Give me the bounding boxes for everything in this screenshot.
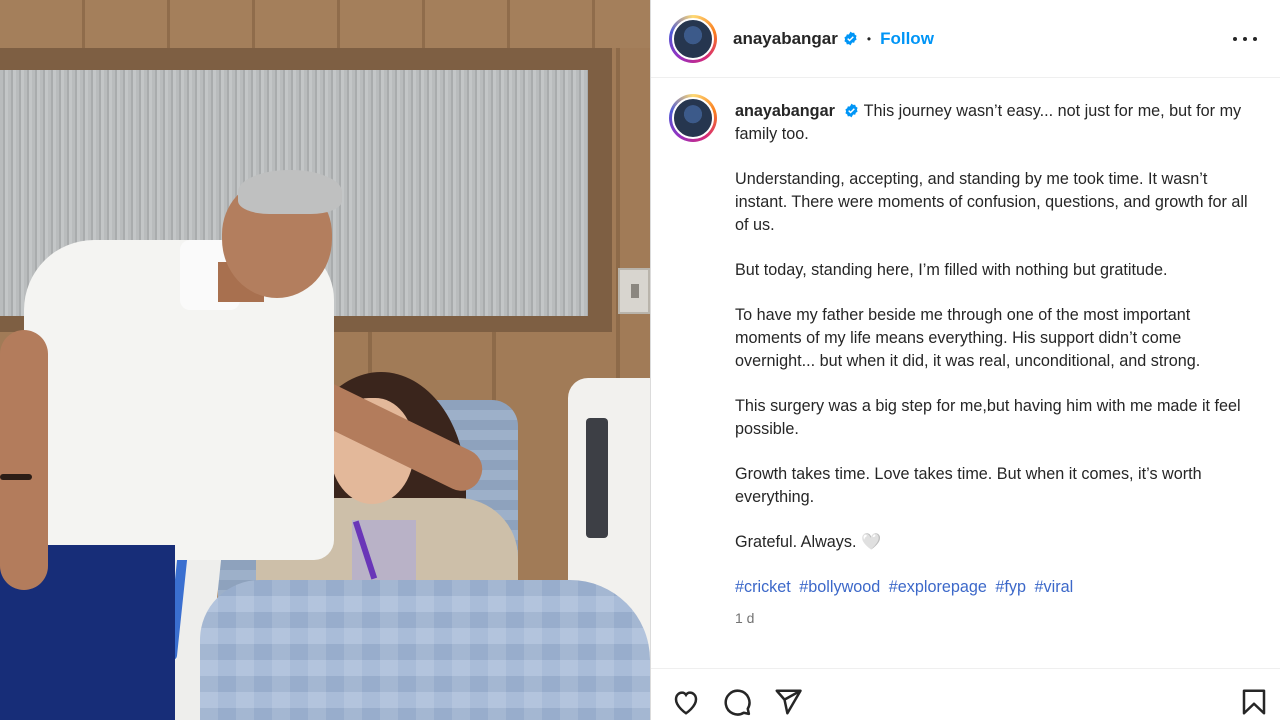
hashtag-link[interactable]: #explorepage (889, 578, 987, 596)
send-icon[interactable] (773, 687, 803, 717)
bracelet (0, 474, 32, 480)
wall-switch (618, 268, 650, 314)
caption-first-paragraph: anayabangar This journey wasn’t easy... … (735, 100, 1255, 146)
hashtag-link[interactable]: #fyp (995, 578, 1026, 596)
hashtag-list: #cricket #bollywood #explorepage #fyp #v… (735, 576, 1255, 599)
wood-wall-top (0, 0, 650, 48)
caption-avatar[interactable] (669, 94, 717, 142)
hashtag-link[interactable]: #cricket (735, 578, 791, 596)
caption-paragraph: Grateful. Always. 🤍 (735, 533, 882, 551)
hashtag-link[interactable]: #bollywood (799, 578, 880, 596)
father-hair (238, 170, 342, 214)
caption-paragraph: Understanding, accepting, and standing b… (735, 170, 1248, 234)
comment-icon[interactable] (722, 687, 752, 717)
verified-badge-icon (845, 103, 858, 118)
instagram-post-view: anayabangar • Follow anayabangar This jo… (0, 0, 1280, 720)
caption-paragraph: This surgery was a big step for me,but h… (735, 397, 1241, 438)
caption-paragraph: To have my father beside me through one … (735, 306, 1201, 370)
more-options-icon[interactable] (1233, 28, 1257, 50)
post-sidebar: anayabangar • Follow anayabangar This jo… (650, 0, 1280, 720)
hashtag-link[interactable]: #viral (1035, 578, 1074, 596)
avatar[interactable] (669, 14, 717, 63)
caption-paragraph: Growth takes time. Love takes time. But … (735, 465, 1202, 506)
bookmark-icon[interactable] (1239, 687, 1269, 717)
separator-dot: • (866, 31, 872, 46)
caption-paragraph: But today, standing here, I’m filled wit… (735, 261, 1168, 279)
verified-badge-icon (844, 31, 857, 46)
follow-button[interactable]: Follow (880, 29, 934, 49)
username-link[interactable]: anayabangar (733, 29, 838, 49)
caption-body: anayabangar This journey wasn’t easy... … (735, 100, 1255, 630)
post-photo[interactable] (0, 0, 650, 720)
caption-username[interactable]: anayabangar (735, 102, 835, 120)
father-arm-left (0, 330, 48, 590)
heart-icon[interactable] (671, 687, 701, 717)
action-bar (651, 668, 1280, 720)
post-timestamp[interactable]: 1 d (735, 607, 1255, 630)
post-header: anayabangar • Follow (651, 0, 1280, 78)
blanket (200, 580, 650, 720)
